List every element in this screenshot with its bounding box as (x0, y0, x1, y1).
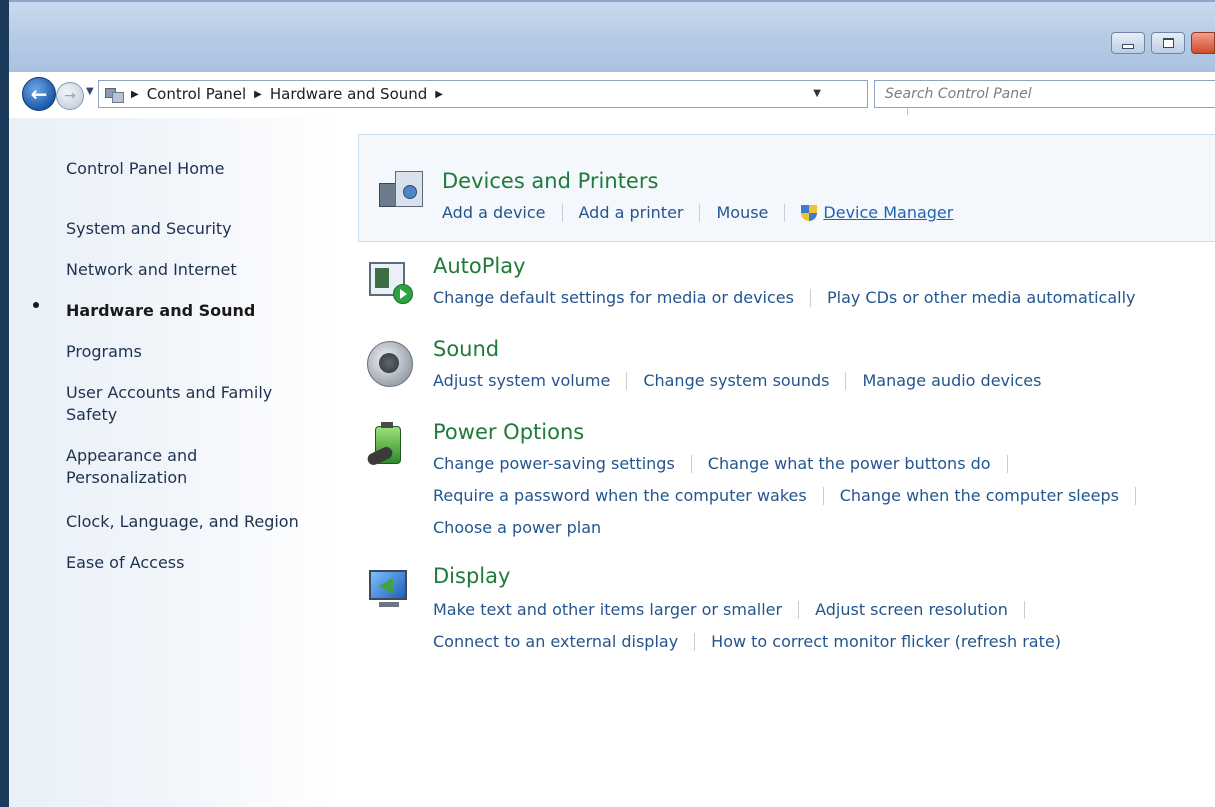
sidebar-item-appearance[interactable]: Appearance and Personalization (66, 445, 266, 489)
breadcrumb-chevron-icon[interactable]: ▶ (435, 89, 443, 100)
power-task-row-1: Change power-saving settings Change what… (433, 454, 1024, 473)
task-separator (784, 203, 786, 222)
breadcrumb-chevron-icon[interactable]: ▶ (131, 89, 139, 100)
task-separator (845, 371, 847, 390)
task-separator (1134, 486, 1136, 505)
autoplay-task-row: Change default settings for media or dev… (433, 288, 1136, 307)
speaker-icon[interactable] (365, 339, 413, 387)
sidebar: Control Panel Home System and Security N… (9, 118, 339, 807)
task-separator (699, 203, 701, 222)
search-placeholder: Search Control Panel (885, 86, 1032, 102)
back-button[interactable]: ← (22, 77, 56, 111)
close-button[interactable] (1191, 32, 1215, 54)
change-default-settings-link[interactable]: Change default settings for media or dev… (433, 288, 794, 307)
change-sleep-link[interactable]: Change when the computer sleeps (840, 486, 1119, 505)
minimize-button[interactable] (1111, 32, 1145, 54)
sidebar-item-ease-of-access[interactable]: Ease of Access (66, 552, 184, 574)
back-arrow-icon: ← (30, 82, 48, 106)
navigation-bar: ← → ▼ ▶ Control Panel ▶ Hardware and Sou… (16, 72, 1215, 116)
devices-and-printers-title[interactable]: Devices and Printers (442, 169, 658, 193)
breadcrumb-control-panel[interactable]: Control Panel (147, 85, 246, 103)
make-text-larger-link[interactable]: Make text and other items larger or smal… (433, 600, 782, 619)
require-password-link[interactable]: Require a password when the computer wak… (433, 486, 807, 505)
control-panel-icon (105, 86, 124, 103)
task-separator (798, 600, 800, 619)
task-separator (690, 454, 692, 473)
forward-button[interactable]: → (56, 82, 84, 110)
recent-pages-dropdown[interactable]: ▼ (86, 86, 94, 97)
sound-title[interactable]: Sound (433, 337, 499, 361)
task-separator (694, 632, 696, 651)
breadcrumb-hardware-and-sound[interactable]: Hardware and Sound (270, 85, 427, 103)
devices-and-printers-section: Devices and Printers Add a device Add a … (358, 134, 1215, 242)
connect-external-display-link[interactable]: Connect to an external display (433, 632, 678, 651)
adjust-system-volume-link[interactable]: Adjust system volume (433, 371, 610, 390)
sidebar-item-user-accounts[interactable]: User Accounts and Family Safety (66, 382, 306, 426)
monitor-icon[interactable] (365, 564, 413, 612)
sound-task-row: Adjust system volume Change system sound… (433, 371, 1041, 390)
task-separator (561, 203, 563, 222)
play-cds-automatically-link[interactable]: Play CDs or other media automatically (827, 288, 1136, 307)
task-separator (1023, 600, 1025, 619)
autoplay-title[interactable]: AutoPlay (433, 254, 526, 278)
sidebar-item-programs[interactable]: Programs (66, 341, 142, 363)
task-separator (626, 371, 628, 390)
address-dropdown-icon[interactable]: ▼ (813, 88, 821, 99)
display-task-row-1: Make text and other items larger or smal… (433, 600, 1041, 619)
power-options-title[interactable]: Power Options (433, 420, 584, 444)
change-system-sounds-link[interactable]: Change system sounds (643, 371, 829, 390)
add-a-device-link[interactable]: Add a device (442, 203, 546, 222)
sidebar-item-network-and-internet[interactable]: Network and Internet (66, 259, 237, 281)
sidebar-item-hardware-and-sound[interactable]: Hardware and Sound (66, 300, 255, 322)
sidebar-item-system-and-security[interactable]: System and Security (66, 218, 232, 240)
main-panel: Devices and Printers Add a device Add a … (349, 118, 1215, 807)
devices-task-row: Add a device Add a printer Mouse Device … (442, 203, 953, 222)
caption-buttons (1111, 32, 1215, 54)
task-separator (822, 486, 824, 505)
forward-arrow-icon: → (64, 88, 76, 104)
manage-audio-devices-link[interactable]: Manage audio devices (862, 371, 1041, 390)
admin-shield-icon (801, 204, 818, 221)
current-page-bullet (33, 302, 39, 308)
monitor-flicker-link[interactable]: How to correct monitor flicker (refresh … (711, 632, 1061, 651)
task-separator (809, 288, 811, 307)
content-area: Control Panel Home System and Security N… (9, 118, 1215, 807)
breadcrumb-chevron-icon[interactable]: ▶ (254, 89, 262, 100)
choose-power-plan-link[interactable]: Choose a power plan (433, 518, 601, 537)
change-power-saving-link[interactable]: Change power-saving settings (433, 454, 675, 473)
task-separator (1006, 454, 1008, 473)
power-task-row-2: Require a password when the computer wak… (433, 486, 1152, 505)
battery-icon[interactable] (365, 420, 413, 468)
maximize-icon (1162, 38, 1174, 48)
display-task-row-2: Connect to an external display How to co… (433, 632, 1061, 651)
mouse-link[interactable]: Mouse (716, 203, 768, 222)
title-bar[interactable] (9, 0, 1215, 72)
device-manager-link[interactable]: Device Manager (823, 203, 953, 222)
sidebar-item-control-panel-home[interactable]: Control Panel Home (66, 158, 224, 180)
address-bar[interactable]: ▶ Control Panel ▶ Hardware and Sound ▶ ▼… (98, 80, 932, 115)
minimize-icon (1122, 43, 1134, 49)
sidebar-item-clock-language-region[interactable]: Clock, Language, and Region (66, 511, 299, 533)
search-input[interactable]: Search Control Panel (874, 80, 1215, 108)
maximize-button[interactable] (1151, 32, 1185, 54)
add-a-printer-link[interactable]: Add a printer (579, 203, 684, 222)
adjust-screen-resolution-link[interactable]: Adjust screen resolution (815, 600, 1008, 619)
display-title[interactable]: Display (433, 564, 510, 588)
power-task-row-3: Choose a power plan (433, 518, 601, 537)
autoplay-icon[interactable] (365, 258, 413, 306)
printer-icon[interactable] (375, 165, 423, 213)
change-power-buttons-link[interactable]: Change what the power buttons do (708, 454, 991, 473)
